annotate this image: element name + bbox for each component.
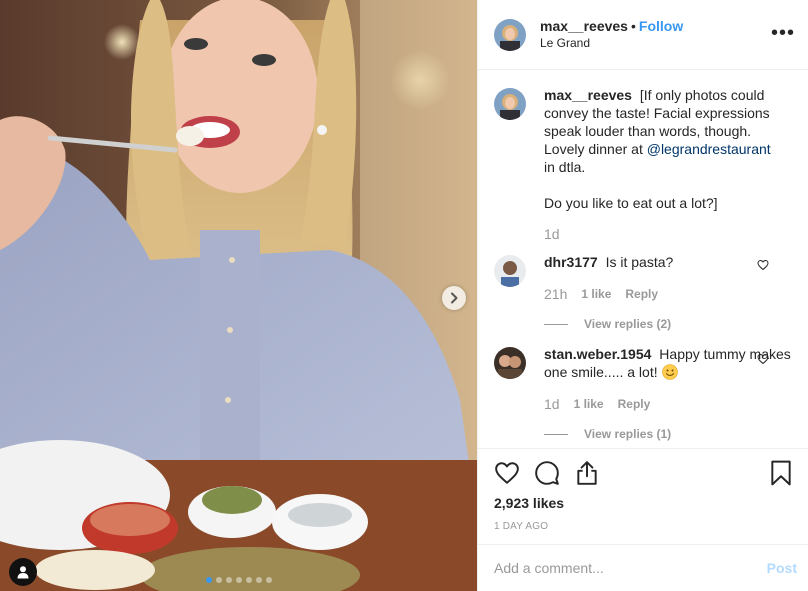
comment-body: dhr3177 Is it pasta? 21h 1 like Reply Vi… xyxy=(544,253,793,333)
comment-like-heart-icon[interactable] xyxy=(757,259,769,271)
comment-item: stan.weber.1954 Happy tummy makes one sm… xyxy=(494,345,793,443)
caption-avatar[interactable] xyxy=(494,88,526,120)
view-replies-label: View replies (2) xyxy=(584,317,672,331)
photo-woman-eating xyxy=(0,0,477,591)
upload-share-icon xyxy=(577,461,597,485)
comment-bubble-icon[interactable] xyxy=(534,460,560,486)
post-age[interactable]: 1 DAY AGO xyxy=(494,521,793,532)
caption-mention-link[interactable]: @legrandrestaurant xyxy=(647,141,771,157)
smiling-face-emoji-icon xyxy=(661,364,678,380)
speech-bubble-icon xyxy=(535,461,559,485)
comments-thread[interactable]: max__reeves [If only photos could convey… xyxy=(478,70,808,448)
heart-outline-icon xyxy=(495,462,519,484)
location-link[interactable]: Le Grand xyxy=(540,35,683,52)
comment-body: stan.weber.1954 Happy tummy makes one sm… xyxy=(544,345,793,443)
carousel-dot xyxy=(235,577,242,583)
author-avatar-image xyxy=(494,18,526,51)
comment-likes[interactable]: 1 like xyxy=(581,285,611,303)
caption-text: max__reeves [If only photos could convey… xyxy=(544,86,793,212)
author-avatar[interactable] xyxy=(494,18,526,51)
post-actions: 2,923 likes 1 DAY AGO xyxy=(478,448,808,544)
commenter-avatar[interactable] xyxy=(494,347,526,379)
carousel-dot xyxy=(245,577,252,583)
view-replies-label: View replies (1) xyxy=(584,427,672,441)
caption-age[interactable]: 1d xyxy=(544,225,793,243)
comment-input[interactable] xyxy=(494,560,767,576)
view-replies-line xyxy=(544,323,568,325)
comment-meta: 21h 1 like Reply xyxy=(544,285,793,303)
likes-count[interactable]: 2,923 likes xyxy=(494,495,793,511)
comment-likes[interactable]: 1 like xyxy=(574,395,604,413)
comment-meta: 1d 1 like Reply xyxy=(544,395,793,413)
post-header: max__reeves • Follow Le Grand ••• xyxy=(478,0,808,70)
comment-item: dhr3177 Is it pasta? 21h 1 like Reply Vi… xyxy=(494,253,793,333)
follow-button[interactable]: Follow xyxy=(639,18,683,34)
caption-username[interactable]: max__reeves xyxy=(544,87,636,103)
post-photo[interactable] xyxy=(0,0,477,591)
like-heart-icon[interactable] xyxy=(494,460,520,486)
caption-text-end: in dtla. Do you like to eat out a lot?] xyxy=(544,159,718,211)
comment-text: Is it pasta? xyxy=(605,254,674,270)
carousel-dot xyxy=(205,577,212,583)
save-bookmark-icon[interactable] xyxy=(769,460,793,486)
comment-username[interactable]: stan.weber.1954 xyxy=(544,346,655,362)
caption: max__reeves [If only photos could convey… xyxy=(494,86,793,243)
comment-age[interactable]: 1d xyxy=(544,395,560,413)
comment-age[interactable]: 21h xyxy=(544,285,567,303)
header-separator: • xyxy=(630,17,636,34)
caption-avatar-image xyxy=(494,88,526,120)
commenter-avatar[interactable] xyxy=(494,255,526,287)
chevron-right-icon xyxy=(451,292,458,304)
post-details-panel: max__reeves • Follow Le Grand ••• max__r… xyxy=(477,0,808,591)
reply-button[interactable]: Reply xyxy=(625,285,658,303)
caption-body: max__reeves [If only photos could convey… xyxy=(544,86,793,243)
comment-username[interactable]: dhr3177 xyxy=(544,254,602,270)
carousel-indicator xyxy=(0,577,477,583)
bookmark-icon xyxy=(771,460,791,486)
add-comment-bar: Post xyxy=(478,544,808,591)
author-username[interactable]: max__reeves xyxy=(540,18,628,34)
commenter-avatar-image xyxy=(494,255,526,287)
carousel-dot xyxy=(225,577,232,583)
carousel-dot xyxy=(265,577,272,583)
next-slide-button[interactable] xyxy=(442,286,466,310)
commenter-avatar-image xyxy=(494,347,526,379)
view-replies-button[interactable]: View replies (1) xyxy=(544,425,793,443)
carousel-dot xyxy=(255,577,262,583)
carousel-dot xyxy=(215,577,222,583)
reply-button[interactable]: Reply xyxy=(618,395,651,413)
action-icons-row xyxy=(494,449,793,497)
view-replies-line xyxy=(544,433,568,435)
view-replies-button[interactable]: View replies (2) xyxy=(544,315,793,333)
header-meta: max__reeves • Follow Le Grand xyxy=(540,18,683,52)
more-options-icon[interactable]: ••• xyxy=(771,23,795,43)
share-icon[interactable] xyxy=(574,460,600,486)
comment-like-heart-icon[interactable] xyxy=(757,353,769,365)
post-comment-button[interactable]: Post xyxy=(767,560,797,576)
instagram-post: max__reeves • Follow Le Grand ••• max__r… xyxy=(0,0,808,591)
